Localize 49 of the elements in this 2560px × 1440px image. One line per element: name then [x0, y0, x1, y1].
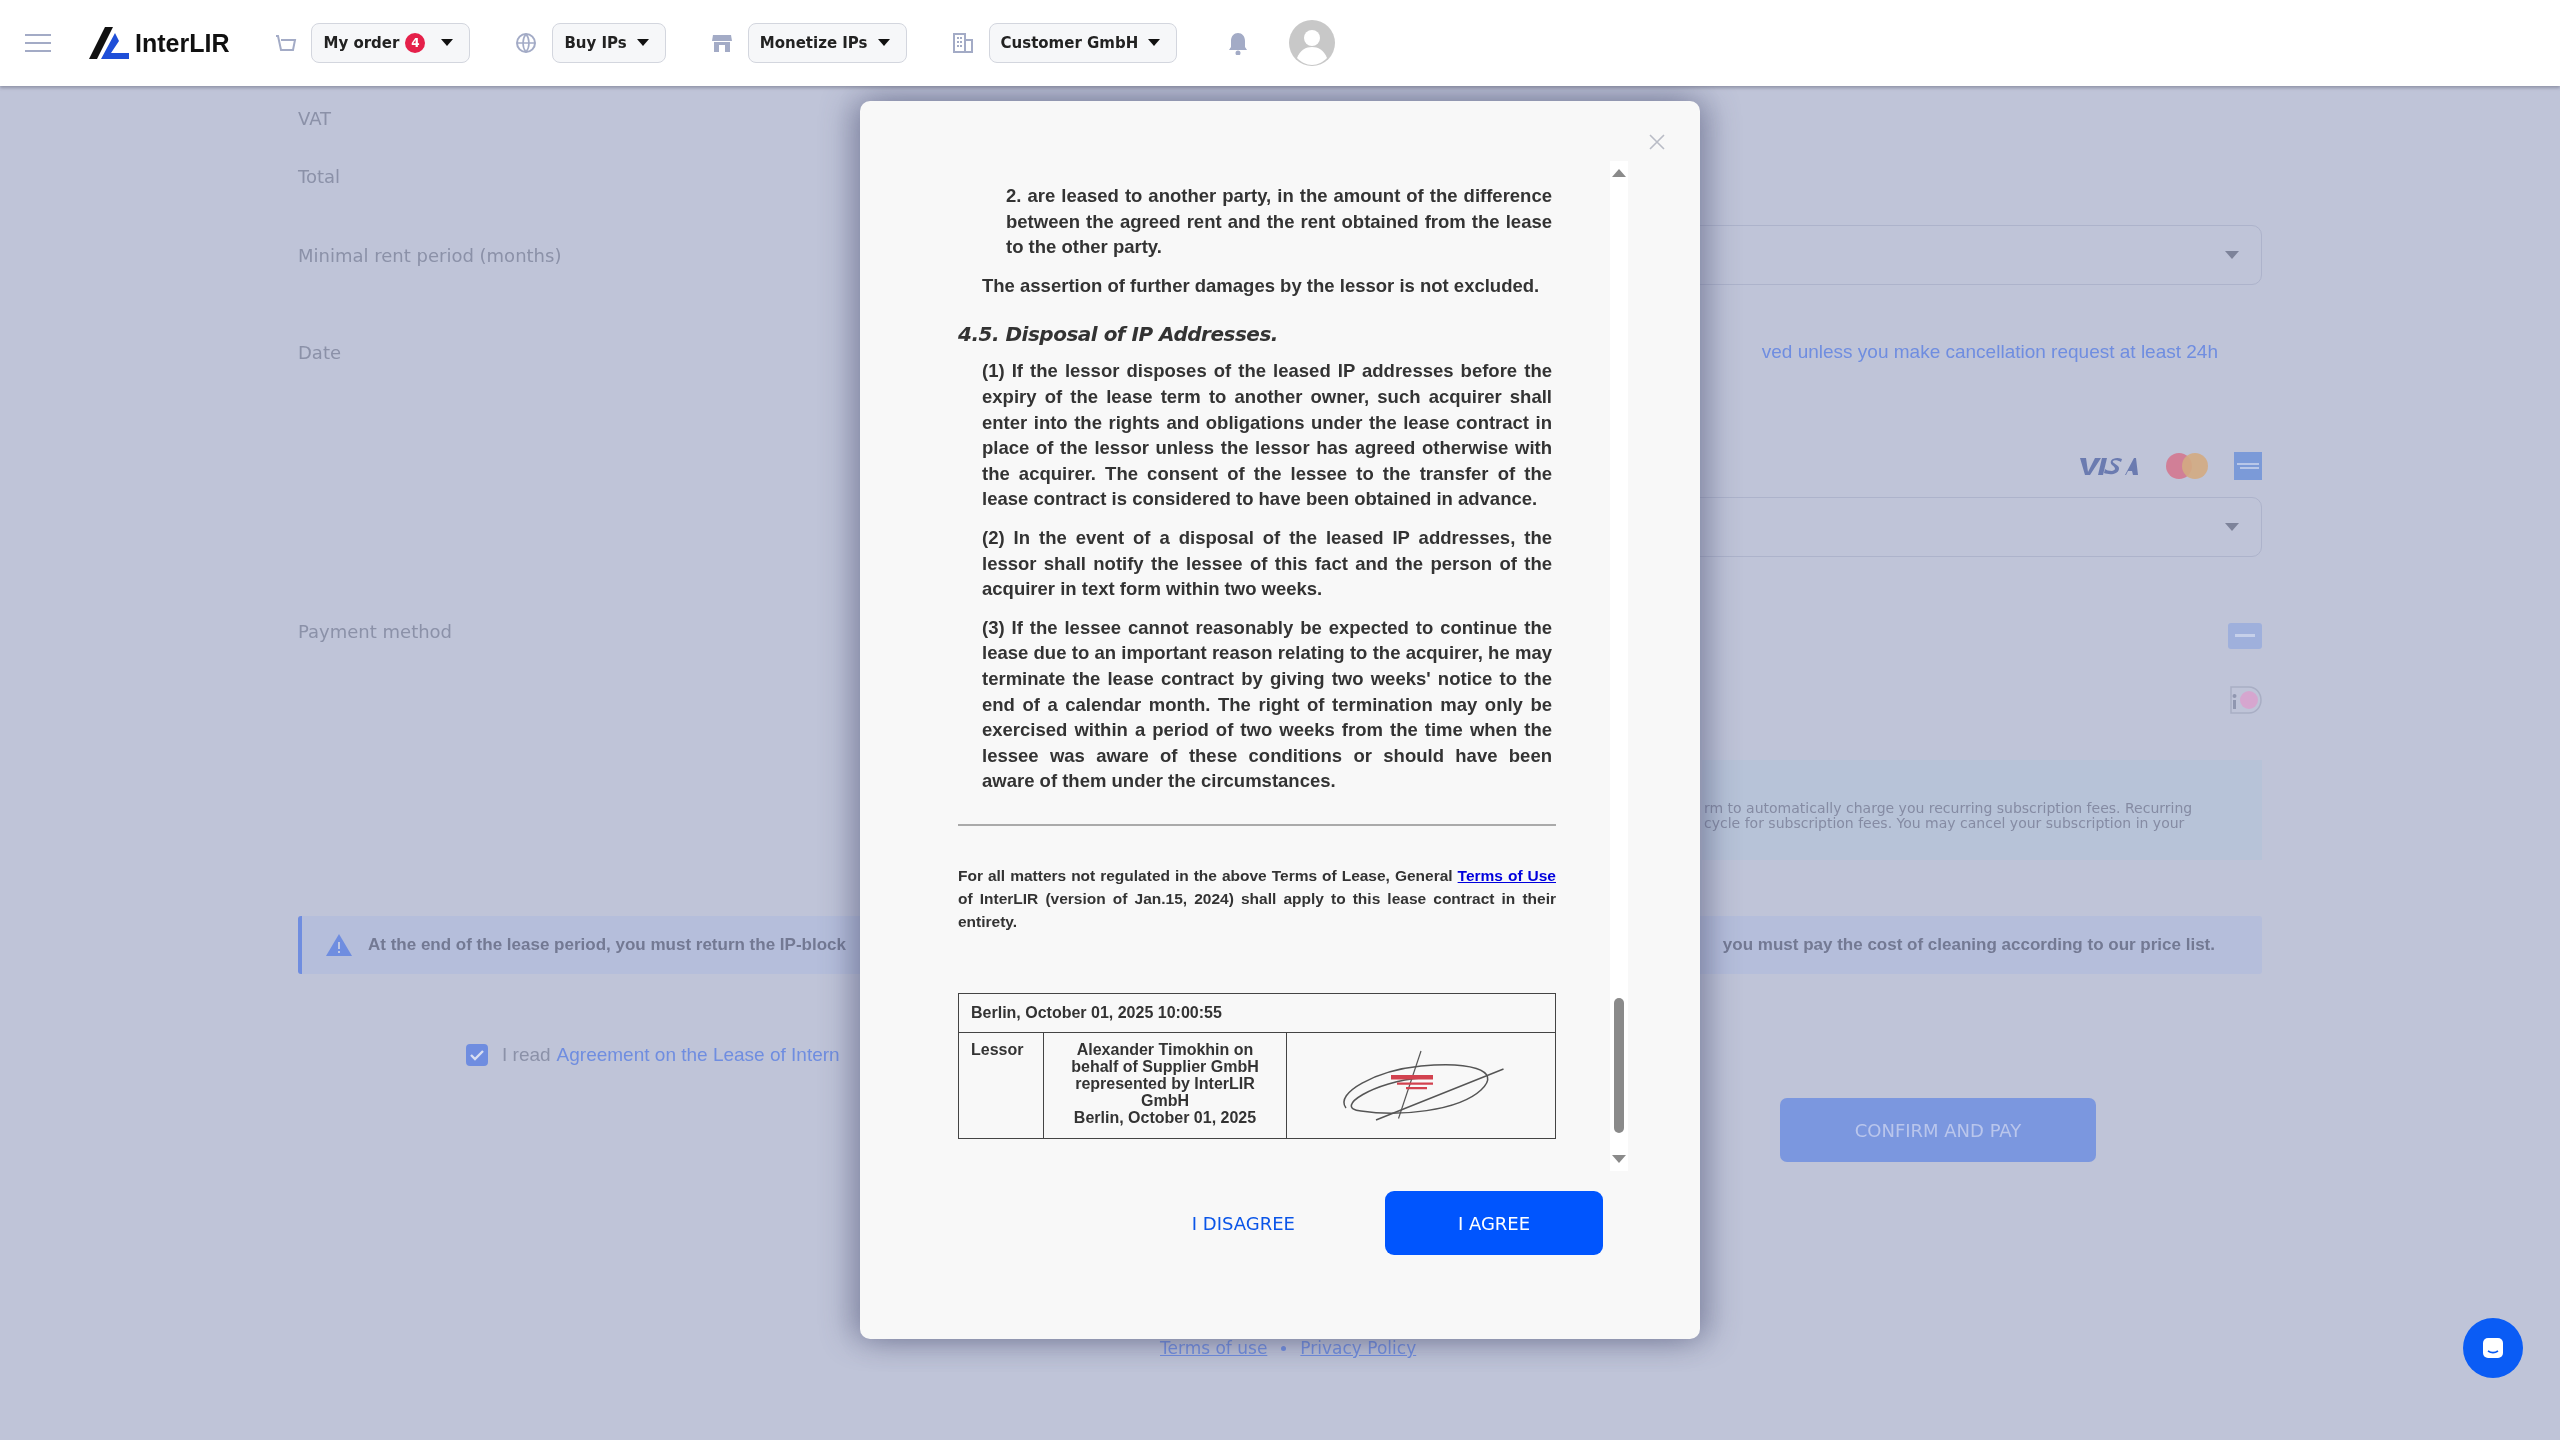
nav-dropdown[interactable]: Monetize IPs [747, 23, 907, 63]
nav-dropdown[interactable]: Customer GmbH [988, 23, 1178, 63]
warning-text: At the end of the lease period, you must return the IP-block [368, 935, 846, 955]
paragraph: (1) If the lessor disposes of the leased IP addresses before the expiry of the lease term to another owner, such acquirer shall enter into the rights and obligations under the lease contract in place of the lessor unless the lessor has agreed otherwise with the acquirer. The consent of the lessee to the transfer of the lease contract is considered to have been obtained in advance. [982, 359, 1552, 512]
terms-link[interactable]: Terms of Use [1457, 866, 1556, 884]
visa-icon [2080, 456, 2140, 476]
table-cell: Alexander Timokhin on behalf of Supplier GmbH represented by InterLIR GmbH Berlin, October 01, 2025 [1043, 1032, 1287, 1139]
bank-transfer-icon [2228, 623, 2262, 649]
paragraph: (2) In the event of a disposal of the leased IP addresses, the lessor shall notify the lessee of this fact and the person of the acquirer in text form within two weeks. [982, 525, 1552, 602]
bell-icon[interactable] [1227, 31, 1250, 55]
warning-text: you must pay the cost of cleaning according to our price list. [1722, 935, 2215, 955]
disagree-button[interactable]: I DISAGREE [1185, 1211, 1301, 1235]
caret-icon [636, 39, 649, 47]
mastercard-icon [2166, 453, 2208, 479]
nav-dropdown[interactable]: Buy IPs [552, 23, 666, 63]
close-icon[interactable] [1649, 134, 1665, 150]
paragraph: (3) If the lessee cannot reasonably be expected to continue the lease due to an important reason relating to the acquirer, he may terminate the lease contract by giving two weeks' notice to the end of a calendar month. The right of termination may only be exercised within a period of two weeks from the time when the lessee was aware of these conditions or should have been aware of them under the circumstances. [982, 615, 1552, 794]
avatar-icon[interactable] [1289, 20, 1336, 66]
caret-icon [877, 39, 890, 47]
building-icon[interactable] [950, 31, 975, 55]
warning-icon [326, 934, 352, 956]
scroll-up-icon[interactable] [1612, 169, 1626, 177]
caret-icon [2225, 251, 2239, 259]
menu-icon[interactable] [25, 33, 51, 53]
check-icon [470, 1049, 484, 1061]
caret-icon [441, 39, 454, 47]
paragraph: The assertion of further damages by the lessor is not excluded. [982, 273, 1541, 298]
card-icon [2234, 452, 2262, 480]
logo-icon[interactable] [89, 27, 129, 59]
agree-button[interactable]: I AGREE [1385, 1191, 1603, 1255]
scrollbar-thumb[interactable] [1614, 998, 1624, 1133]
ideal-icon [2228, 685, 2262, 715]
section-heading: 4.5. Disposal of IP Addresses. [958, 322, 1279, 347]
chat-button[interactable] [2463, 1318, 2523, 1378]
list-item-text: 2. are leased to another party, in the amount of the difference between the agreed rent and the rent obtained from the lease to the other party. [1006, 184, 1552, 260]
table-cell: Lessor [958, 1032, 1044, 1139]
notice-text: cycle for subscription fees. You may cancel your subscription in your [1704, 816, 2185, 831]
nav-dropdown[interactable]: My order 4 [311, 23, 471, 63]
scroll-down-icon[interactable] [1612, 1155, 1626, 1163]
checkbox[interactable] [466, 1044, 488, 1066]
caret-icon [1148, 39, 1161, 47]
renewal-note: ved unless you make cancellation request at least 24h [1761, 341, 2218, 363]
table-cell: Berlin, October 01, 2025 10:00:55 [958, 993, 1556, 1033]
chat-icon [2482, 1337, 2504, 1359]
count-badge: 4 [405, 33, 426, 53]
globe-icon[interactable] [514, 31, 539, 55]
paragraph: For all matters not regulated in the above Terms of Lease, General Terms of Use of InterLIR (version of Jan.15, 2024) shall apply to this lease contract in their entirety. [958, 865, 1556, 932]
caret-icon [2225, 523, 2239, 531]
logo-text[interactable]: InterLIR [135, 28, 230, 58]
